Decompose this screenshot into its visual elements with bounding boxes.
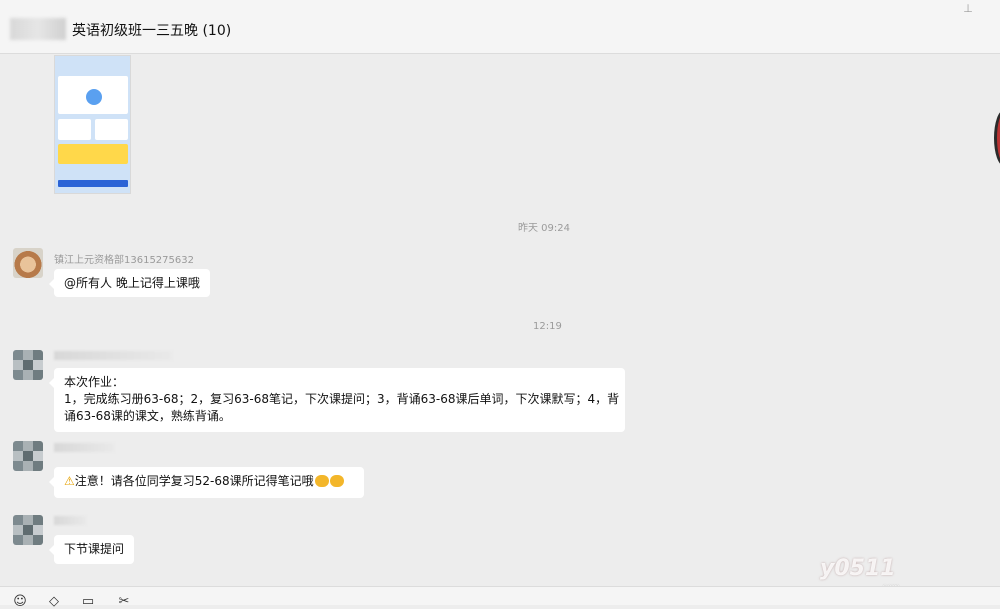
blurred-sender-name xyxy=(54,443,114,452)
chat-title[interactable]: 英语初级班一三五晚 (10) xyxy=(72,20,231,40)
handshake-emoji-icon xyxy=(329,475,344,487)
image-message[interactable] xyxy=(54,55,131,194)
folder-icon[interactable]: ▭ xyxy=(80,595,96,609)
favorite-icon[interactable]: ◇ xyxy=(46,595,62,609)
thumb-card xyxy=(95,119,128,140)
avatar[interactable] xyxy=(13,248,43,278)
avatar[interactable] xyxy=(13,350,43,380)
message-text: 注意！请各位同学复习52-68课所记得笔记哦 xyxy=(74,474,314,488)
warning-icon: ⚠ xyxy=(64,474,75,488)
thumb-button xyxy=(58,180,128,187)
floating-avatar-edge xyxy=(994,110,1000,166)
blurred-avatar xyxy=(10,18,66,40)
avatar[interactable] xyxy=(13,515,43,545)
scissors-icon[interactable]: ✂ xyxy=(116,595,132,609)
blurred-sender-name xyxy=(54,516,86,525)
sender-name: 镇江上元资格部13615275632 xyxy=(54,255,194,266)
timestamp: 12:19 xyxy=(533,321,562,332)
thumb-card xyxy=(58,119,91,140)
message-bubble[interactable]: 下节课提问 xyxy=(49,535,134,564)
watermark-logo: y0511 xyxy=(820,556,896,581)
pin-icon[interactable]: ⊥ xyxy=(961,2,975,16)
thumb-avatar xyxy=(86,89,102,105)
message-bubble[interactable]: ⚠注意！请各位同学复习52-68课所记得笔记哦 xyxy=(49,467,364,498)
message-line: 诵63-68课的课文，熟练背诵。 xyxy=(64,409,231,423)
timestamp: 昨天 09:24 xyxy=(518,223,570,234)
emoji-icon[interactable]: ☺ xyxy=(12,595,28,609)
message-bubble[interactable]: 本次作业： 1，完成练习册63-68；2，复习63-68笔记，下次课提问；3，背… xyxy=(49,368,625,432)
avatar[interactable] xyxy=(13,441,43,471)
blurred-sender-name xyxy=(54,351,172,360)
chat-header: 英语初级班一三五晚 (10) ⊥ xyxy=(0,0,1000,54)
thumb-banner xyxy=(58,144,128,164)
message-bubble[interactable]: @所有人 晚上记得上课哦 xyxy=(49,269,210,297)
message-text: 下节课提问 xyxy=(64,542,125,556)
message-line: 1，完成练习册63-68；2，复习63-68笔记，下次课提问；3，背诵63-68… xyxy=(64,392,620,406)
message-text: @所有人 晚上记得上课哦 xyxy=(64,276,200,290)
handshake-emoji-icon xyxy=(314,475,329,487)
input-toolbar: ☺ ◇ ▭ ✂ xyxy=(0,586,1000,609)
message-line: 本次作业： xyxy=(64,375,125,389)
